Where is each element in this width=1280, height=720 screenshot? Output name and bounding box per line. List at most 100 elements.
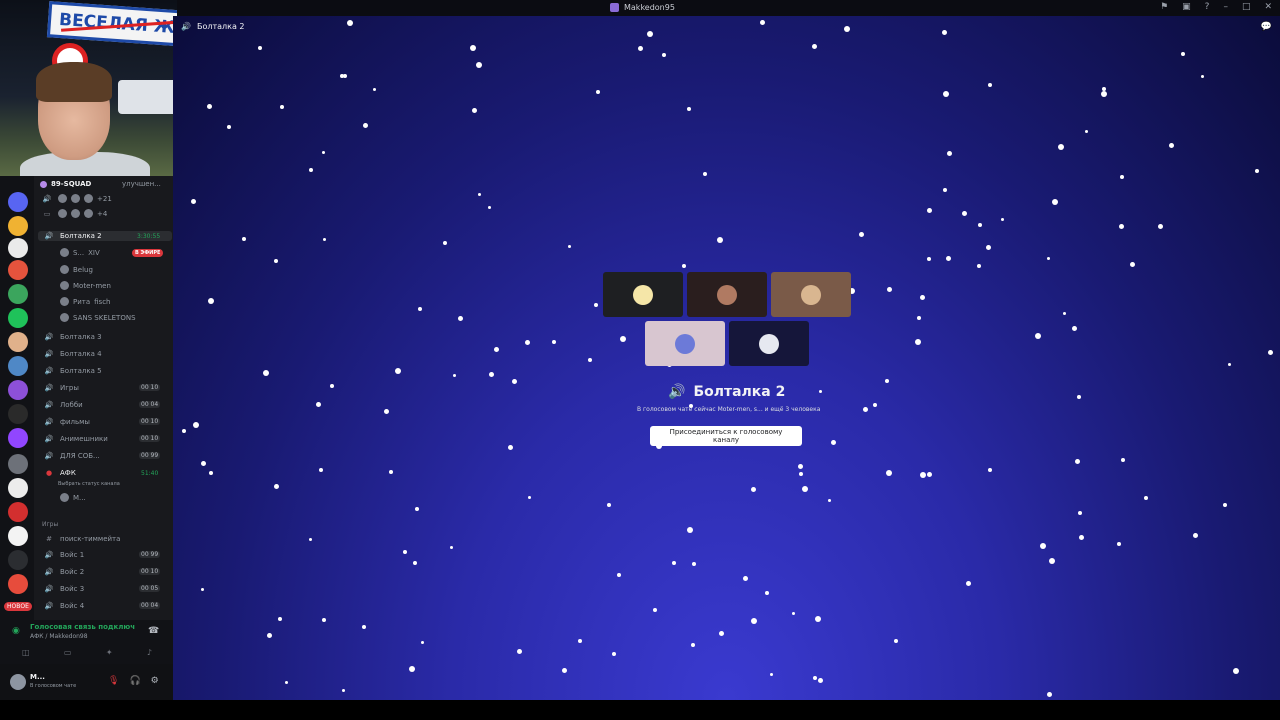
snowflake	[818, 678, 823, 683]
channel-bolt3[interactable]: 🔊 Болталка 3	[42, 333, 102, 341]
webcam-overlay: ВЕСЕЛАЯ ЖИЗ	[0, 0, 177, 176]
activity-icon[interactable]: ✦	[106, 648, 113, 657]
snowflake	[917, 316, 921, 320]
voice-user[interactable]: SANS SKELETONS	[60, 313, 136, 322]
channel-bolt5[interactable]: 🔊 Болталка 5	[42, 367, 102, 375]
avatar	[58, 194, 67, 203]
screen-share-icon[interactable]: ▭	[64, 648, 72, 657]
participant-tile[interactable]	[687, 272, 767, 317]
channel-anime[interactable]: 🔊 Анимешники	[42, 435, 108, 443]
snowflake	[943, 91, 949, 97]
server-icon-1[interactable]	[8, 192, 28, 212]
server-icon-15[interactable]	[8, 526, 28, 546]
server-icon-6[interactable]	[8, 308, 28, 328]
channel-voice3[interactable]: 🔊 Войс 3	[42, 585, 85, 593]
server-icon-5[interactable]	[8, 284, 28, 304]
server-icon-9[interactable]	[8, 380, 28, 400]
speaker-icon: 🔊	[44, 367, 54, 375]
snowflake	[508, 445, 513, 450]
channel-voice4[interactable]: 🔊 Войс 4	[42, 602, 85, 610]
server-icon-8[interactable]	[8, 356, 28, 376]
channel-games[interactable]: 🔊 Игры	[42, 384, 79, 392]
help-icon[interactable]: ?	[1205, 2, 1210, 12]
voice-actions: ◫ ▭ ✦ ♪	[22, 648, 152, 657]
channel-for-sob[interactable]: 🔊 ДЛЯ СОБ...	[42, 452, 100, 460]
snowflake	[887, 287, 892, 292]
channel-bolt4[interactable]: 🔊 Болталка 4	[42, 350, 102, 358]
channel-films[interactable]: 🔊 фильмы	[42, 418, 90, 426]
snowflake	[267, 633, 272, 638]
avatar	[60, 313, 69, 322]
snowflake	[274, 484, 279, 489]
settings-icon[interactable]: ⚙	[151, 676, 159, 686]
channel-status[interactable]: Выбрать статус канала	[58, 481, 120, 487]
participant-tile[interactable]	[729, 321, 809, 366]
headphones-icon[interactable]: 🎧	[129, 676, 140, 686]
participant-tile[interactable]	[645, 321, 725, 366]
user-name: Moter-men	[73, 281, 111, 290]
minimize-button[interactable]: –	[1223, 2, 1228, 12]
snowflake	[418, 307, 422, 311]
maximize-button[interactable]: □	[1242, 2, 1251, 12]
soundboard-icon[interactable]: ♪	[147, 648, 152, 657]
snowflake	[1072, 326, 1077, 331]
snowflake	[201, 461, 206, 466]
speaker-icon: 🔊	[42, 194, 52, 203]
join-voice-button[interactable]: Присоединиться к голосовому каналу	[650, 426, 802, 446]
snowflake	[802, 486, 808, 492]
server-icon-13[interactable]	[8, 478, 28, 498]
user-limit-badge: 00 10	[139, 435, 161, 442]
channel-search-team[interactable]: # поиск-тиммейта	[42, 535, 120, 543]
server-icon-7[interactable]	[8, 332, 28, 352]
speaker-icon: 🔊	[44, 401, 54, 409]
mute-icon[interactable]: 🎙	[108, 676, 119, 686]
snowflake	[607, 503, 611, 507]
voice-status-subtitle[interactable]: АФК / Makkedon98	[30, 633, 88, 640]
voice-user[interactable]: S... XIV	[60, 248, 100, 257]
channel-label: фильмы	[60, 418, 90, 426]
category-games[interactable]: Игры	[42, 521, 58, 528]
voice-user[interactable]: Belug	[60, 265, 93, 274]
server-icon-14[interactable]	[8, 502, 28, 522]
voice-user[interactable]: Рита fisch	[60, 297, 110, 306]
chat-icon[interactable]: 💬	[1261, 22, 1272, 32]
voice-status-title[interactable]: Голосовая связь подключ	[30, 623, 135, 631]
window-title: Makkedon95	[610, 3, 675, 12]
server-icon-2[interactable]	[8, 216, 28, 236]
screen-icon[interactable]: ▣	[1182, 2, 1191, 12]
voice-user[interactable]: Moter-men	[60, 281, 111, 290]
avatar[interactable]	[10, 674, 26, 690]
snowflake	[568, 245, 571, 248]
channel-afk[interactable]: ● АФК 51:40	[42, 469, 158, 477]
avatar	[60, 248, 69, 257]
camera-icon[interactable]: ◫	[22, 648, 30, 657]
server-badge-icon	[40, 180, 47, 188]
disconnect-icon[interactable]: ☎	[148, 626, 159, 636]
server-icon-16[interactable]	[8, 550, 28, 570]
server-icon-17[interactable]	[8, 574, 28, 594]
participant-tile[interactable]	[771, 272, 851, 317]
server-icon-4[interactable]	[8, 260, 28, 280]
speaker-icon: 🔊	[44, 585, 54, 593]
channel-voice2[interactable]: 🔊 Войс 2	[42, 568, 85, 576]
server-icon-10[interactable]	[8, 404, 28, 424]
voice-user[interactable]: M...	[60, 493, 86, 502]
channel-voice1[interactable]: 🔊 Войс 1	[42, 551, 85, 559]
snowflake	[363, 123, 368, 128]
server-icon-12[interactable]	[8, 454, 28, 474]
channel-label: Болталка 3	[60, 333, 102, 341]
inbox-icon[interactable]: ⚑	[1160, 2, 1168, 12]
participant-tile[interactable]	[603, 272, 683, 317]
snowflake	[1223, 503, 1227, 507]
snowflake	[1121, 458, 1125, 462]
channel-bolt2-active[interactable]: 🔊 Болталка 2 3:30:55	[38, 231, 172, 241]
channel-lobby[interactable]: 🔊 Лобби	[42, 401, 83, 409]
snowflake	[1144, 496, 1148, 500]
server-icon-11[interactable]	[8, 428, 28, 448]
close-button[interactable]: ✕	[1264, 2, 1272, 12]
server-icon-3[interactable]	[8, 238, 28, 258]
user-name[interactable]: M...	[30, 673, 45, 681]
server-header[interactable]: 89-SQUAD	[40, 180, 91, 188]
snowflake	[208, 298, 214, 304]
snowflake	[389, 470, 393, 474]
